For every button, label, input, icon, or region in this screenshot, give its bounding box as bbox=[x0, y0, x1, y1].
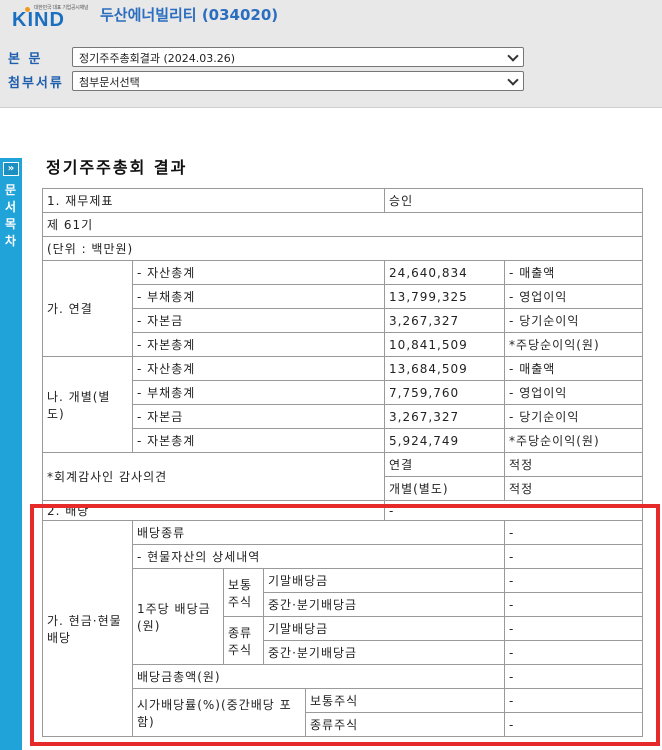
interim-dividend-label: 중간·분기배당금 bbox=[262, 592, 506, 617]
table-row: - 부채총계13,799,325- 영업이익1,467,318 bbox=[43, 284, 644, 309]
cash-dividend-label: 가. 현금·현물배당 bbox=[42, 520, 133, 737]
item-label: - 자본금 bbox=[131, 308, 386, 333]
item-label: *주당순이익(원) bbox=[504, 332, 644, 357]
item-label: - 매출액 bbox=[504, 356, 644, 381]
item-label: - 자산총계 bbox=[131, 260, 386, 285]
per-share-dividend-label: 1주당 배당금(원) bbox=[132, 568, 224, 665]
toc-label[interactable]: 문서목차 bbox=[5, 182, 17, 250]
year-end-dividend-label: 기말배당금 bbox=[262, 568, 506, 593]
item-label: - 부채총계 bbox=[131, 380, 386, 405]
audit-separate-label: 개별(별도) bbox=[384, 476, 506, 501]
total-dividend-label: 배당금총액(원) bbox=[131, 664, 506, 689]
dividend-yield-label: 시가배당률(%)(중간배당 포함) bbox=[132, 688, 306, 737]
in-kind-detail-label: - 현물자산의 상세내역 bbox=[131, 544, 506, 569]
section2-label: 2. 배당 bbox=[41, 500, 386, 521]
common-year-end-value: - bbox=[504, 568, 644, 593]
audit-consolidated-value: 적정 bbox=[504, 452, 644, 477]
separate-label: 나. 개별(별도) bbox=[42, 356, 133, 453]
logo-text: KIND bbox=[12, 9, 65, 31]
toc-toggle-button[interactable]: » bbox=[3, 162, 19, 176]
yield-common-value: - bbox=[504, 688, 644, 713]
table-row: - 부채총계7,759,760- 영업이익454,858 bbox=[43, 380, 644, 405]
table-row: 나. 개별(별도)- 자산총계13,684,509- 매출액6,651,862 bbox=[42, 356, 644, 453]
preferred-interim-value: - bbox=[504, 640, 644, 665]
item-value: 13,684,509 bbox=[384, 356, 506, 381]
item-label: - 당기순이익 bbox=[504, 308, 644, 333]
item-label: - 당기순이익 bbox=[504, 404, 644, 429]
toc-sidebar: » 문서목차 bbox=[0, 158, 22, 750]
audit-separate-value: 적정 bbox=[504, 476, 644, 501]
document-title: 정기주주총회 결과 bbox=[46, 158, 188, 177]
table-row: 2. 배당 - bbox=[41, 500, 644, 521]
item-label: *주당순이익(원) bbox=[504, 428, 644, 453]
item-value: 3,267,327 bbox=[384, 308, 506, 333]
table-row: 제 61기 bbox=[41, 212, 644, 237]
table-row: 배당금총액(원) - bbox=[43, 664, 644, 689]
item-value: 10,841,509 bbox=[384, 332, 506, 357]
unit-label: (단위 : 백만원) bbox=[41, 236, 644, 261]
preferred-year-end-value: - bbox=[504, 616, 644, 641]
table-row: - 현물자산의 상세내역 - bbox=[43, 544, 644, 569]
dividend-type-label: 배당종류 bbox=[131, 520, 506, 545]
section1-label: 1. 재무제표 bbox=[41, 188, 386, 213]
item-label: - 영업이익 bbox=[504, 284, 644, 309]
consolidated-label: 가. 연결 bbox=[42, 260, 133, 357]
yield-common-label: 보통주식 bbox=[304, 688, 506, 713]
section2-value: - bbox=[384, 500, 644, 521]
table-row: 1주당 배당금(원) 보통주식 기말배당금 - bbox=[43, 568, 644, 665]
item-value: 13,799,325 bbox=[384, 284, 506, 309]
year-end-dividend-label: 기말배당금 bbox=[262, 616, 506, 641]
approval-value: 승인 bbox=[384, 188, 644, 213]
item-value: 7,759,760 bbox=[384, 380, 506, 405]
item-label: - 영업이익 bbox=[504, 380, 644, 405]
table-row: (단위 : 백만원) bbox=[41, 236, 644, 261]
audit-label: *회계감사인 감사의견 bbox=[41, 452, 386, 501]
company-title: 두산에너빌리티 (034020) bbox=[100, 6, 279, 24]
period-label: 제 61기 bbox=[41, 212, 644, 237]
top-bar: 대한민국 대표 기업공시채널 KIND 두산에너빌리티 (034020) 본 문… bbox=[0, 0, 662, 108]
results-table: 1. 재무제표 승인 제 61기 (단위 : 백만원) 가. 연결 - 자산총계 24,64… bbox=[41, 188, 644, 737]
item-label: - 자본금 bbox=[131, 404, 386, 429]
kind-logo: 대한민국 대표 기업공시채널 KIND bbox=[8, 4, 88, 32]
yield-preferred-label: 종류주식 bbox=[304, 712, 506, 737]
attachment-select-value: 첨부문서선택 bbox=[79, 76, 140, 89]
table-row: 시가배당률(%)(중간배당 포함) 보통주식 - bbox=[43, 688, 644, 737]
table-row: - 자본금3,267,327- 당기순이익517,522 bbox=[43, 308, 644, 333]
item-label: - 매출액 bbox=[504, 260, 644, 285]
chevron-down-icon bbox=[507, 74, 519, 86]
table-row: 가. 현금·현물배당 배당종류 - bbox=[42, 520, 644, 737]
common-interim-value: - bbox=[504, 592, 644, 617]
in-kind-detail-value: - bbox=[504, 544, 644, 569]
item-label: - 자산총계 bbox=[131, 356, 386, 381]
yield-preferred-value: - bbox=[504, 712, 644, 737]
body-document-select[interactable]: 정기주주총회결과 (2024.03.26) bbox=[72, 47, 524, 67]
table-row: - 자본금3,267,327- 당기순이익-104,179 bbox=[43, 404, 644, 429]
table-row: - 자본총계5,924,749*주당순이익(원)-163 bbox=[43, 428, 644, 453]
item-label: - 자본총계 bbox=[131, 332, 386, 357]
interim-dividend-label: 중간·분기배당금 bbox=[262, 640, 506, 665]
item-value: 3,267,327 bbox=[384, 404, 506, 429]
item-value: 5,924,749 bbox=[384, 428, 506, 453]
audit-consolidated-label: 연결 bbox=[384, 452, 506, 477]
table-row: - 자본총계10,841,509*주당순이익(원)87 bbox=[43, 332, 644, 357]
item-label: - 자본총계 bbox=[131, 428, 386, 453]
attachment-label: 첨부서류 bbox=[8, 76, 64, 91]
item-value: 24,640,834 bbox=[384, 260, 506, 285]
item-label: - 부채총계 bbox=[131, 284, 386, 309]
body-document-select-value: 정기주주총회결과 (2024.03.26) bbox=[79, 52, 236, 65]
table-row: *회계감사인 감사의견 연결 적정 bbox=[41, 452, 644, 501]
common-stock-label: 보통주식 bbox=[223, 568, 264, 617]
table-row: 가. 연결- 자산총계24,640,834- 매출액17,589,888 bbox=[42, 260, 644, 357]
dividend-type-value: - bbox=[504, 520, 644, 545]
attachment-select[interactable]: 첨부문서선택 bbox=[72, 71, 524, 91]
total-dividend-value: - bbox=[504, 664, 644, 689]
body-label: 본 문 bbox=[8, 52, 43, 67]
preferred-stock-label: 종류주식 bbox=[223, 616, 264, 665]
chevron-down-icon bbox=[507, 50, 519, 62]
table-row: 1. 재무제표 승인 bbox=[41, 188, 644, 213]
